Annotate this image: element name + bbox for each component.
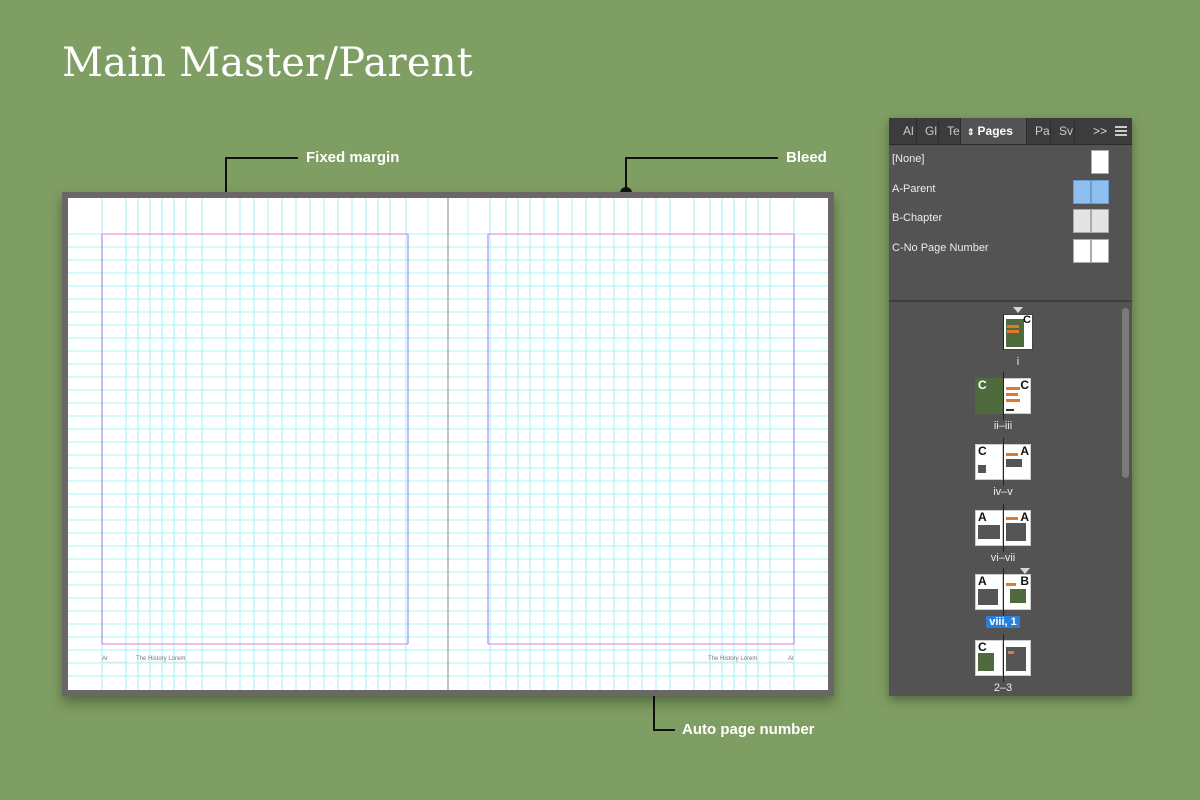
right-running-footer: The History Lorem: [708, 656, 758, 662]
spread-label-viii-1: viii, 1: [986, 616, 1020, 628]
parent-item-b[interactable]: B-Chapter: [892, 212, 942, 224]
pages-panel: Al Gl Te ⇕ Pages Pa Sv >> [None] A-Parent…: [889, 118, 1132, 696]
parent-item-a[interactable]: A-Parent: [892, 183, 935, 195]
spread-label-vi-vii: vi–vii: [990, 552, 1016, 564]
spread-label-i: i: [1016, 356, 1020, 368]
tab-sort-icon: ⇕: [967, 127, 975, 137]
document-spread[interactable]: Ar The History Lorem The History Lorem A…: [68, 198, 828, 690]
left-page-number: Ar: [102, 656, 108, 662]
spread-label-iv-v: iv–v: [993, 486, 1013, 498]
left-running-footer: The History Lorem: [136, 656, 186, 662]
panel-tab-bar: Al Gl Te ⇕ Pages Pa Sv >>: [889, 118, 1132, 145]
bleed-leader-h: [626, 157, 778, 159]
tab-gl[interactable]: Gl: [917, 118, 939, 144]
parent-item-none[interactable]: [None]: [892, 153, 924, 165]
spread-label-2-3: 2–3: [993, 682, 1013, 694]
fixed-margin-label: Fixed margin: [306, 149, 400, 166]
right-page-number: Ar: [788, 656, 794, 662]
panel-menu-icon[interactable]: [1115, 126, 1127, 136]
page-title: Main Master/Parent: [62, 40, 473, 86]
tab-sv[interactable]: Sv: [1051, 118, 1075, 144]
tab-te[interactable]: Te: [939, 118, 961, 144]
current-spread-indicator-icon: [1013, 307, 1023, 313]
more-tabs-icon[interactable]: >>: [1091, 118, 1109, 144]
bleed-label: Bleed: [786, 149, 827, 166]
pages-scrollbar[interactable]: [1122, 308, 1129, 478]
tab-al[interactable]: Al: [895, 118, 917, 144]
tab-pa[interactable]: Pa: [1027, 118, 1051, 144]
auto-page-number-leader-h2: [653, 729, 675, 731]
fixed-margin-leader-h: [226, 157, 298, 159]
panel-divider: [889, 300, 1132, 302]
parent-item-c[interactable]: C-No Page Number: [892, 242, 989, 254]
tab-pages-label: Pages: [977, 124, 1013, 138]
layout-guides: [68, 198, 828, 690]
tab-pages[interactable]: ⇕ Pages: [961, 118, 1027, 144]
document-spread-frame: Ar The History Lorem The History Lorem A…: [62, 192, 834, 696]
auto-page-number-label: Auto page number: [682, 721, 815, 738]
spread-label-ii-iii: ii–iii: [993, 420, 1013, 432]
